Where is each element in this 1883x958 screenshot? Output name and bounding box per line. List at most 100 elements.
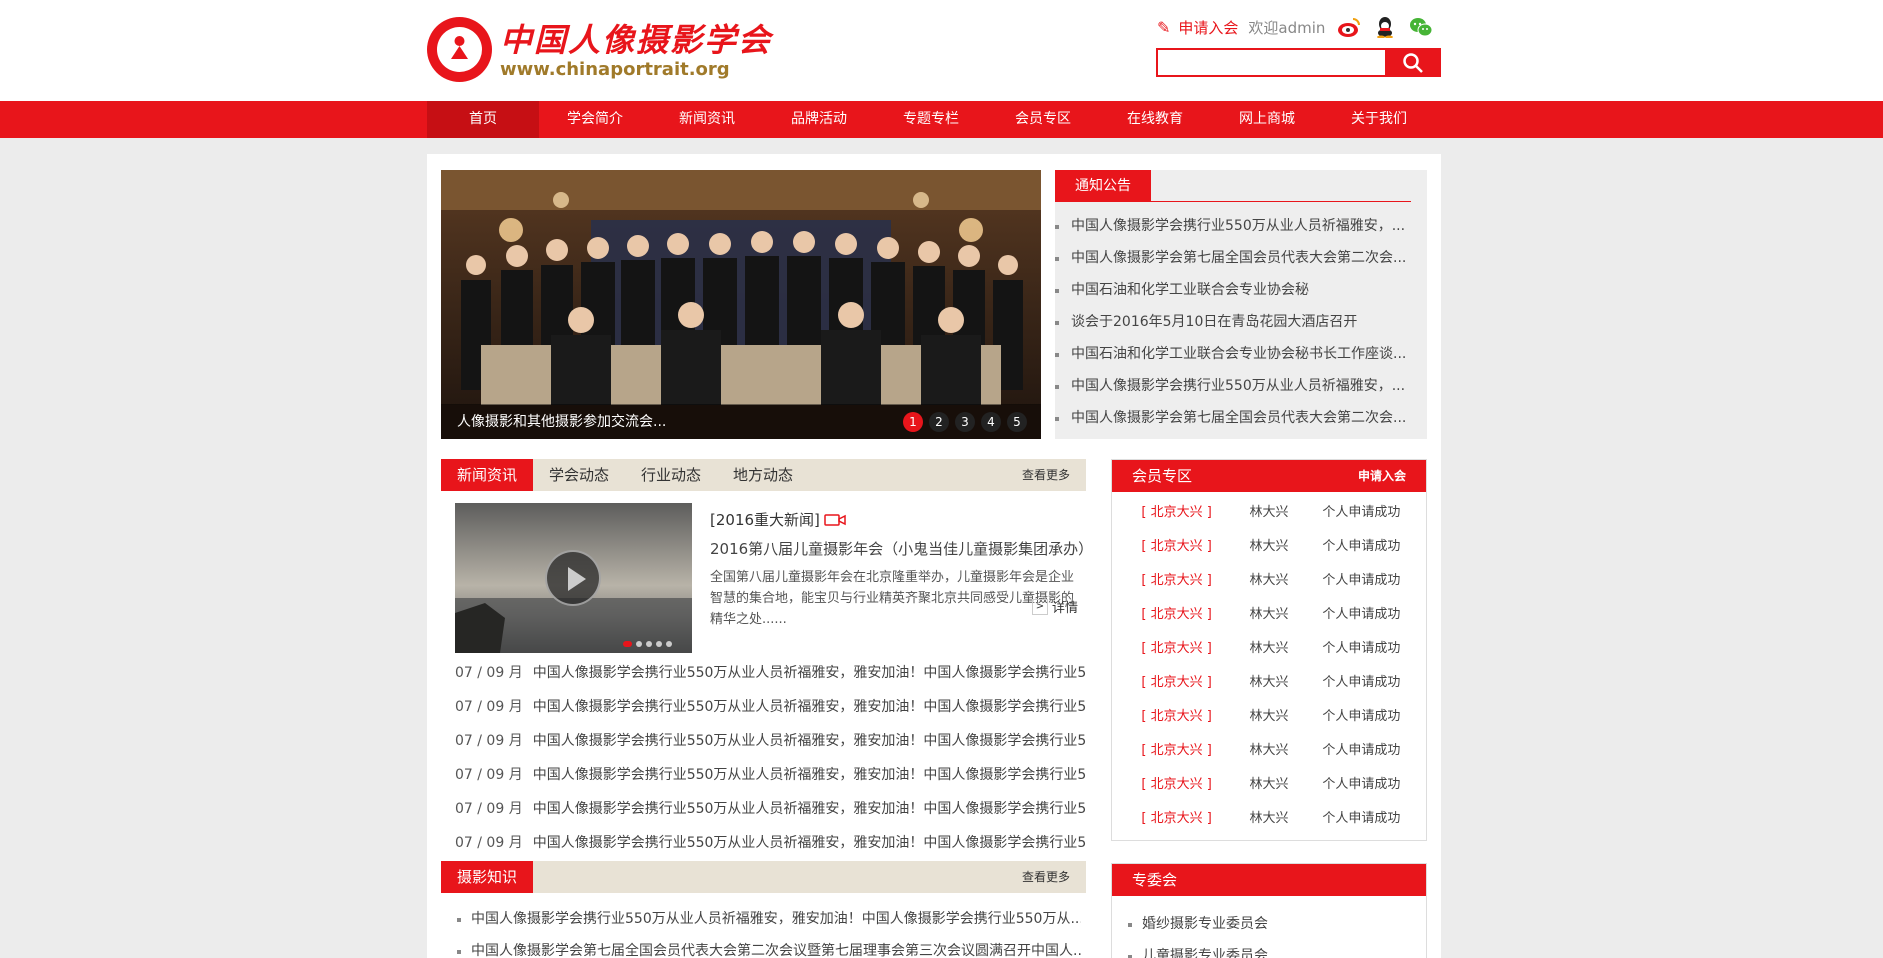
notice-item[interactable]: 中国人像摄影学会第七届全国会员代表大会第二次会... <box>1055 242 1415 274</box>
member-name[interactable]: 林大兴 <box>1241 530 1297 564</box>
search-input[interactable] <box>1156 48 1386 77</box>
news-tab[interactable]: 地方动态 <box>717 459 809 491</box>
nav-item[interactable]: 网上商城 <box>1211 101 1323 138</box>
feature-title[interactable]: 2016第八届儿童摄影年会（小鬼当佳儿童摄影集团承办）2... <box>710 538 1084 559</box>
nav-item[interactable]: 首页 <box>427 101 539 138</box>
play-icon[interactable] <box>545 550 601 606</box>
member-name[interactable]: 林大兴 <box>1241 632 1297 666</box>
news-title[interactable]: 中国人像摄影学会携行业550万从业人员祈福雅安，雅安加油！中国人像摄影学会携行业… <box>533 801 1086 817</box>
member-location[interactable]: [ 北京大兴 ] <box>1112 666 1241 700</box>
member-location[interactable]: [ 北京大兴 ] <box>1112 768 1241 802</box>
search-button[interactable] <box>1385 48 1441 77</box>
welcome-user[interactable]: 欢迎admin <box>1248 17 1325 38</box>
slider-photo <box>441 170 1041 439</box>
news-item[interactable]: 07 / 09 月中国人像摄影学会携行业550万从业人员祈福雅安，雅安加油！中国… <box>441 792 1086 826</box>
nav-item[interactable]: 学会简介 <box>539 101 651 138</box>
member-location[interactable]: [ 北京大兴 ] <box>1112 802 1241 836</box>
apply-label: 申请入会 <box>1178 18 1239 37</box>
image-slider[interactable]: 人像摄影和其他摄影参加交流会... 12345 <box>441 170 1041 439</box>
knowledge-item[interactable]: 中国人像摄影学会第七届全国会员代表大会第二次会议暨第七届理事会第三次会议圆满召开… <box>441 935 1081 958</box>
featured-news: [2016重大新闻] 2016第八届儿童摄影年会（小鬼当佳儿童摄影集团承办）2.… <box>441 491 1086 656</box>
notice-item[interactable]: 中国人像摄影学会携行业550万从业人员祈福雅安，... <box>1055 370 1415 402</box>
news-more-link[interactable]: 查看更多 <box>1022 459 1070 491</box>
slider-caption[interactable]: 人像摄影和其他摄影参加交流会... <box>457 411 666 431</box>
slider-dot[interactable]: 3 <box>955 412 975 432</box>
notice-item[interactable]: 中国石油和化学工业联合会专业协会秘 <box>1055 274 1415 306</box>
notice-item[interactable]: 中国人像摄影学会第七届全国会员代表大会第二次会... <box>1055 402 1415 434</box>
notice-item[interactable]: 中国人像摄影学会携行业550万从业人员祈福雅安，... <box>1055 210 1415 242</box>
member-panel: 会员专区 申请入会 [ 北京大兴 ] 林大兴 个人申请成功[ 北京大兴 ] 林大兴 个人… <box>1111 459 1427 841</box>
knowledge-item[interactable]: 中国人像摄影学会携行业550万从业人员祈福雅安，雅安加油！中国人像摄影学会携行业… <box>441 903 1081 935</box>
notice-item[interactable]: 谈会于2016年5月10日在青岛花园大酒店召开 <box>1055 306 1415 338</box>
news-item[interactable]: 07 / 09 月中国人像摄影学会携行业550万从业人员祈福雅安，雅安加油！中国… <box>441 724 1086 758</box>
logo-emblem <box>427 17 492 82</box>
news-title[interactable]: 中国人像摄影学会携行业550万从业人员祈福雅安，雅安加油！中国人像摄影学会携行业… <box>533 733 1086 749</box>
pen-icon: ✎ <box>1157 17 1171 37</box>
member-row: [ 北京大兴 ] 林大兴 个人申请成功 <box>1112 700 1426 734</box>
member-name[interactable]: 林大兴 <box>1241 802 1297 836</box>
nav-item[interactable]: 在线教育 <box>1099 101 1211 138</box>
news-item[interactable]: 07 / 09 月中国人像摄影学会携行业550万从业人员祈福雅安，雅安加油！中国… <box>441 656 1086 690</box>
video-pagination <box>623 641 676 647</box>
qq-icon[interactable] <box>1373 16 1397 38</box>
member-location[interactable]: [ 北京大兴 ] <box>1112 564 1241 598</box>
news-title[interactable]: 中国人像摄影学会携行业550万从业人员祈福雅安，雅安加油！中国人像摄影学会携行业… <box>533 835 1086 851</box>
member-location[interactable]: [ 北京大兴 ] <box>1112 530 1241 564</box>
member-row: [ 北京大兴 ] 林大兴 个人申请成功 <box>1112 598 1426 632</box>
news-item[interactable]: 07 / 09 月中国人像摄影学会携行业550万从业人员祈福雅安，雅安加油！中国… <box>441 758 1086 792</box>
nav-item[interactable]: 新闻资讯 <box>651 101 763 138</box>
member-location[interactable]: [ 北京大兴 ] <box>1112 632 1241 666</box>
member-name[interactable]: 林大兴 <box>1241 768 1297 802</box>
news-item[interactable]: 07 / 09 月中国人像摄影学会携行业550万从业人员祈福雅安，雅安加油！中国… <box>441 826 1086 860</box>
featured-video[interactable] <box>455 503 692 653</box>
news-item[interactable]: 07 / 09 月中国人像摄影学会携行业550万从业人员祈福雅安，雅安加油！中国… <box>441 690 1086 724</box>
news-tabs: 新闻资讯 学会动态 行业动态 地方动态 查看更多 <box>441 459 1086 491</box>
news-title[interactable]: 中国人像摄影学会携行业550万从业人员祈福雅安，雅安加油！中国人像摄影学会携行业… <box>533 699 1086 715</box>
member-location[interactable]: [ 北京大兴 ] <box>1112 496 1241 530</box>
slider-dot[interactable]: 1 <box>903 412 923 432</box>
member-name[interactable]: 林大兴 <box>1241 700 1297 734</box>
site-logo[interactable]: 中国人像摄影学会 www.chinaportrait.org <box>427 17 772 82</box>
search-box <box>1156 48 1441 77</box>
member-location[interactable]: [ 北京大兴 ] <box>1112 734 1241 768</box>
member-location[interactable]: [ 北京大兴 ] <box>1112 700 1241 734</box>
weibo-icon[interactable] <box>1337 16 1361 38</box>
wechat-icon[interactable] <box>1409 16 1433 38</box>
member-name[interactable]: 林大兴 <box>1241 666 1297 700</box>
slider-dot[interactable]: 4 <box>981 412 1001 432</box>
nav-item[interactable]: 会员专区 <box>987 101 1099 138</box>
slider-dot[interactable]: 2 <box>929 412 949 432</box>
news-tab[interactable]: 学会动态 <box>533 459 625 491</box>
member-status: 个人申请成功 <box>1322 641 1401 656</box>
news-tab[interactable]: 行业动态 <box>625 459 717 491</box>
member-name[interactable]: 林大兴 <box>1241 496 1297 530</box>
news-title[interactable]: 中国人像摄影学会携行业550万从业人员祈福雅安，雅安加油！中国人像摄影学会携行业… <box>533 665 1086 681</box>
slider-pagination: 12345 <box>897 412 1027 432</box>
feature-detail-link[interactable]: > 详情 <box>1031 597 1078 616</box>
member-location[interactable]: [ 北京大兴 ] <box>1112 598 1241 632</box>
logo-url: www.chinaportrait.org <box>500 58 730 80</box>
member-status: 个人申请成功 <box>1322 607 1401 622</box>
member-title: 会员专区 <box>1132 467 1193 485</box>
notice-title[interactable]: 通知公告 <box>1055 170 1151 202</box>
member-row: [ 北京大兴 ] 林大兴 个人申请成功 <box>1112 768 1426 802</box>
knowledge-more-link[interactable]: 查看更多 <box>1022 861 1070 893</box>
apply-membership-link[interactable]: ✎ 申请入会 <box>1157 17 1238 38</box>
committee-item[interactable]: 婚纱摄影专业委员会 <box>1112 908 1426 940</box>
slider-dot[interactable]: 5 <box>1007 412 1027 432</box>
nav-item[interactable]: 关于我们 <box>1323 101 1435 138</box>
nav-item[interactable]: 品牌活动 <box>763 101 875 138</box>
notice-panel: 通知公告 中国人像摄影学会携行业550万从业人员祈福雅安，... 中国人像摄影学会… <box>1055 170 1427 439</box>
feature-tag[interactable]: [2016重大新闻] <box>710 509 820 530</box>
news-tab[interactable]: 新闻资讯 <box>441 459 534 491</box>
member-name[interactable]: 林大兴 <box>1241 598 1297 632</box>
committee-item[interactable]: 儿童摄影专业委员会 <box>1112 940 1426 958</box>
member-apply-link[interactable]: 申请入会 <box>1358 460 1406 492</box>
member-name[interactable]: 林大兴 <box>1241 564 1297 598</box>
notice-item[interactable]: 中国石油和化学工业联合会专业协会秘书长工作座谈... <box>1055 338 1415 370</box>
member-row: [ 北京大兴 ] 林大兴 个人申请成功 <box>1112 666 1426 700</box>
nav-item[interactable]: 专题专栏 <box>875 101 987 138</box>
news-title[interactable]: 中国人像摄影学会携行业550万从业人员祈福雅安，雅安加油！中国人像摄影学会携行业… <box>533 767 1086 783</box>
member-name[interactable]: 林大兴 <box>1241 734 1297 768</box>
knowledge-title[interactable]: 摄影知识 <box>441 861 534 893</box>
